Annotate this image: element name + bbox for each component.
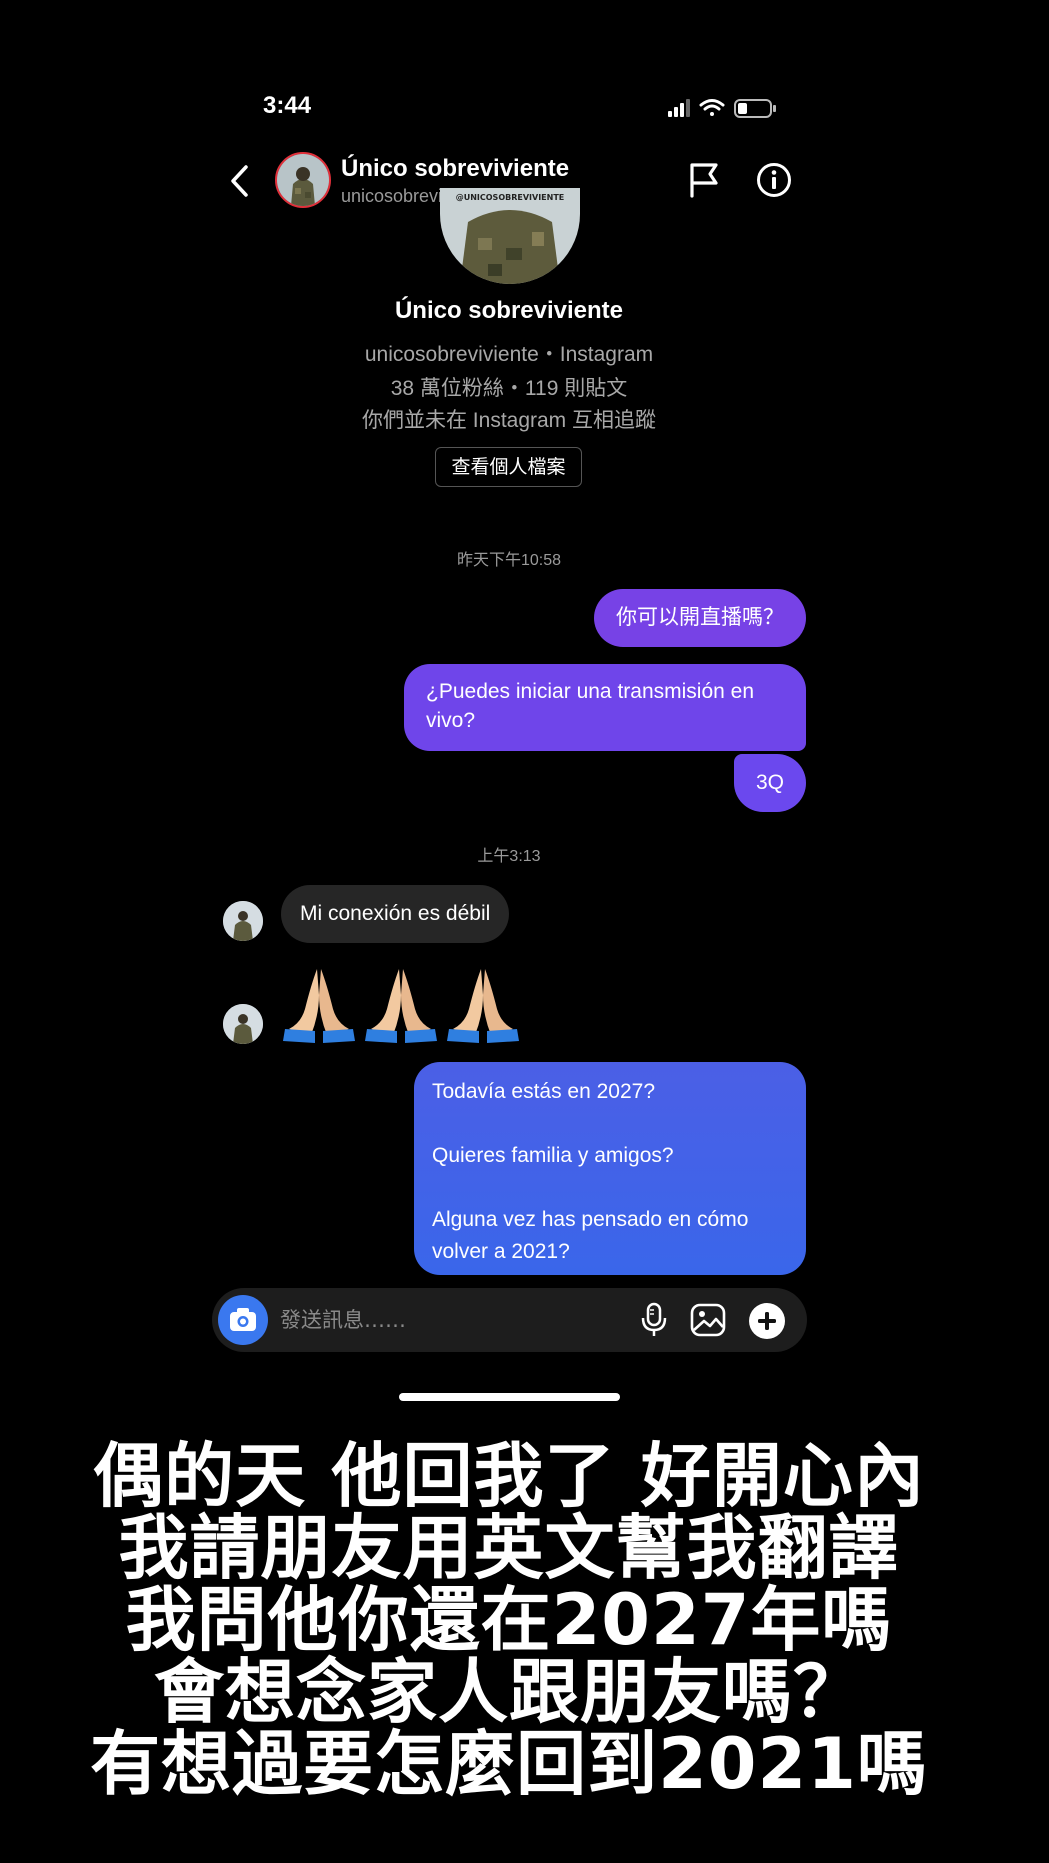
camera-button[interactable] bbox=[218, 1295, 268, 1345]
praying-hands-icon bbox=[447, 969, 519, 1043]
profile-follow-status: 你們並未在 Instagram 互相追蹤 bbox=[361, 409, 657, 432]
view-profile-button[interactable]: 查看個人檔案 bbox=[435, 447, 582, 487]
mic-icon[interactable] bbox=[640, 1302, 668, 1338]
plus-button[interactable] bbox=[749, 1303, 785, 1339]
outgoing-message[interactable]: 3Q bbox=[733, 754, 806, 812]
signal-icon bbox=[668, 99, 690, 117]
camera-icon bbox=[230, 1308, 256, 1331]
home-indicator[interactable] bbox=[399, 1393, 620, 1401]
outgoing-message[interactable]: ¿Puedes iniciar una transmisión en vivo? bbox=[404, 664, 806, 751]
timestamp: 昨天下午10:58 bbox=[456, 552, 562, 569]
profile-stats: 38 萬位粉絲・119 則貼文 bbox=[390, 377, 628, 400]
profile-name: Único sobreviviente bbox=[394, 297, 624, 324]
wifi-icon bbox=[699, 99, 725, 116]
status-time: 3:44 bbox=[263, 92, 312, 119]
outgoing-message[interactable]: 你可以開直播嗎？ bbox=[594, 589, 806, 647]
svg-text:@UNICOSOBREVIVIENTE: @UNICOSOBREVIVIENTE bbox=[456, 193, 565, 202]
plus-icon bbox=[758, 1312, 776, 1330]
sender-avatar[interactable] bbox=[223, 1004, 263, 1044]
battery-icon bbox=[734, 99, 776, 118]
caption-line: 有想過要怎麼回到2021嗎 bbox=[90, 1723, 928, 1805]
sender-avatar[interactable] bbox=[223, 901, 263, 941]
caption: 偶的天 他回我了 好開心內 我請朋友用英文幫我翻譯 我問他你還在2027年嗎 會… bbox=[0, 1440, 1018, 1800]
message-input[interactable] bbox=[280, 1303, 610, 1337]
flag-icon[interactable] bbox=[688, 162, 720, 198]
caption-line: 我請朋友用英文幫我翻譯 bbox=[118, 1507, 900, 1589]
profile-avatar[interactable]: @UNICOSOBREVIVIENTE bbox=[440, 188, 580, 284]
caption-line: 會想念家人跟朋友嗎？ bbox=[154, 1651, 864, 1733]
header-avatar[interactable] bbox=[275, 152, 331, 208]
back-icon[interactable] bbox=[228, 163, 250, 199]
caption-line: 我問他你還在2027年嗎 bbox=[125, 1579, 893, 1661]
timestamp: 上午3:13 bbox=[477, 848, 541, 865]
praying-hands-icon bbox=[365, 969, 437, 1043]
incoming-emoji-message[interactable] bbox=[281, 965, 541, 1045]
status-icons bbox=[668, 99, 776, 118]
incoming-message[interactable]: Mi conexión es débil bbox=[281, 885, 510, 943]
caption-line: 偶的天 他回我了 好開心內 bbox=[93, 1435, 925, 1517]
info-icon[interactable] bbox=[756, 162, 792, 198]
profile-source: unicosobreviviente・Instagram bbox=[364, 343, 654, 366]
header-name[interactable]: Único sobreviviente bbox=[341, 155, 569, 183]
praying-hands-icon bbox=[283, 969, 355, 1043]
outgoing-message[interactable]: Todavía estás en 2027? Quieres familia y… bbox=[414, 1062, 806, 1275]
gallery-icon[interactable] bbox=[690, 1303, 726, 1337]
